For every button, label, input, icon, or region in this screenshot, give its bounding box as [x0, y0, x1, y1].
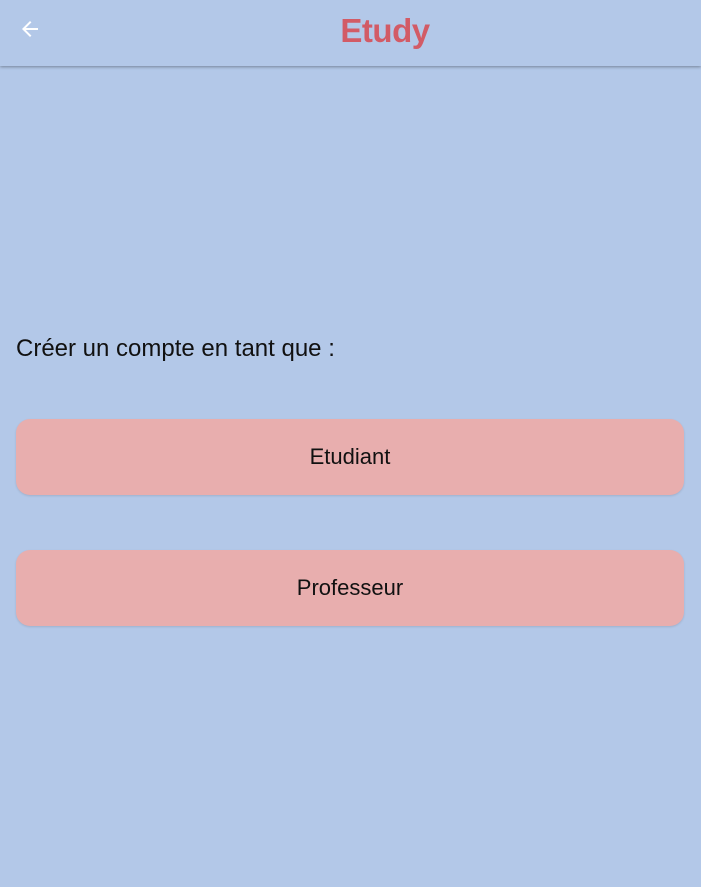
app-bar-title-area: Etudy [0, 0, 701, 66]
app-title: Etudy [340, 12, 430, 49]
teacher-button[interactable]: Professeur [16, 550, 684, 626]
teacher-button-label: Professeur [296, 575, 404, 600]
student-button[interactable]: Etudiant [16, 419, 684, 495]
app-bar: Etudy [0, 0, 701, 66]
arrow-left-icon [18, 17, 42, 46]
account-type-prompt: Créer un compte en tant que : [16, 335, 335, 362]
back-button[interactable] [14, 15, 46, 47]
student-button-label: Etudiant [309, 444, 391, 469]
